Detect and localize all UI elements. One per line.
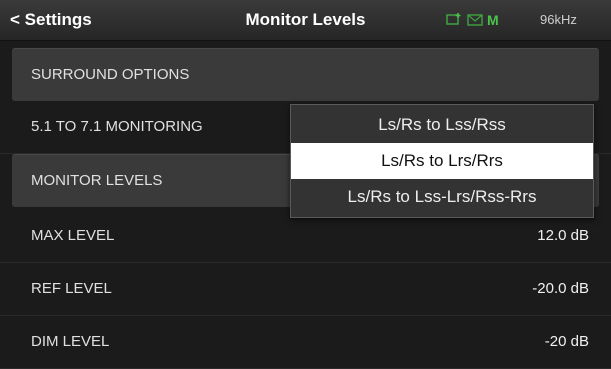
- row-value: -20 dB: [544, 333, 589, 350]
- sample-rate: 96kHz: [540, 12, 577, 27]
- monitoring-dropdown-menu: Ls/Rs to Lss/Rss Ls/Rs to Lrs/Rrs Ls/Rs …: [290, 104, 594, 218]
- dropdown-option-lrs-rrs[interactable]: Ls/Rs to Lrs/Rrs: [291, 143, 593, 179]
- dropdown-option-lss-lrs-rss-rrs[interactable]: Ls/Rs to Lss-Lrs/Rss-Rrs: [291, 179, 593, 215]
- row-ref-level[interactable]: REF LEVEL -20.0 dB: [0, 263, 611, 316]
- row-label: 5.1 TO 7.1 MONITORING: [31, 118, 203, 135]
- dropdown-option-lss-rss[interactable]: Ls/Rs to Lss/Rss: [291, 107, 593, 143]
- mode-indicator: M: [487, 12, 499, 28]
- mail-icon: [467, 13, 483, 31]
- top-bar: < Settings Monitor Levels M 96kHz: [0, 0, 611, 41]
- section-surround-options[interactable]: SURROUND OPTIONS: [12, 48, 599, 101]
- row-value: -20.0 dB: [532, 280, 589, 297]
- screen-add-icon: [446, 12, 462, 31]
- section-label: SURROUND OPTIONS: [31, 66, 190, 83]
- section-label: MONITOR LEVELS: [31, 172, 163, 189]
- row-label: MAX LEVEL: [31, 227, 115, 244]
- page-title: Monitor Levels: [245, 10, 366, 29]
- row-dim-level[interactable]: DIM LEVEL -20 dB: [0, 316, 611, 369]
- row-label: REF LEVEL: [31, 280, 112, 297]
- row-label: DIM LEVEL: [31, 333, 110, 350]
